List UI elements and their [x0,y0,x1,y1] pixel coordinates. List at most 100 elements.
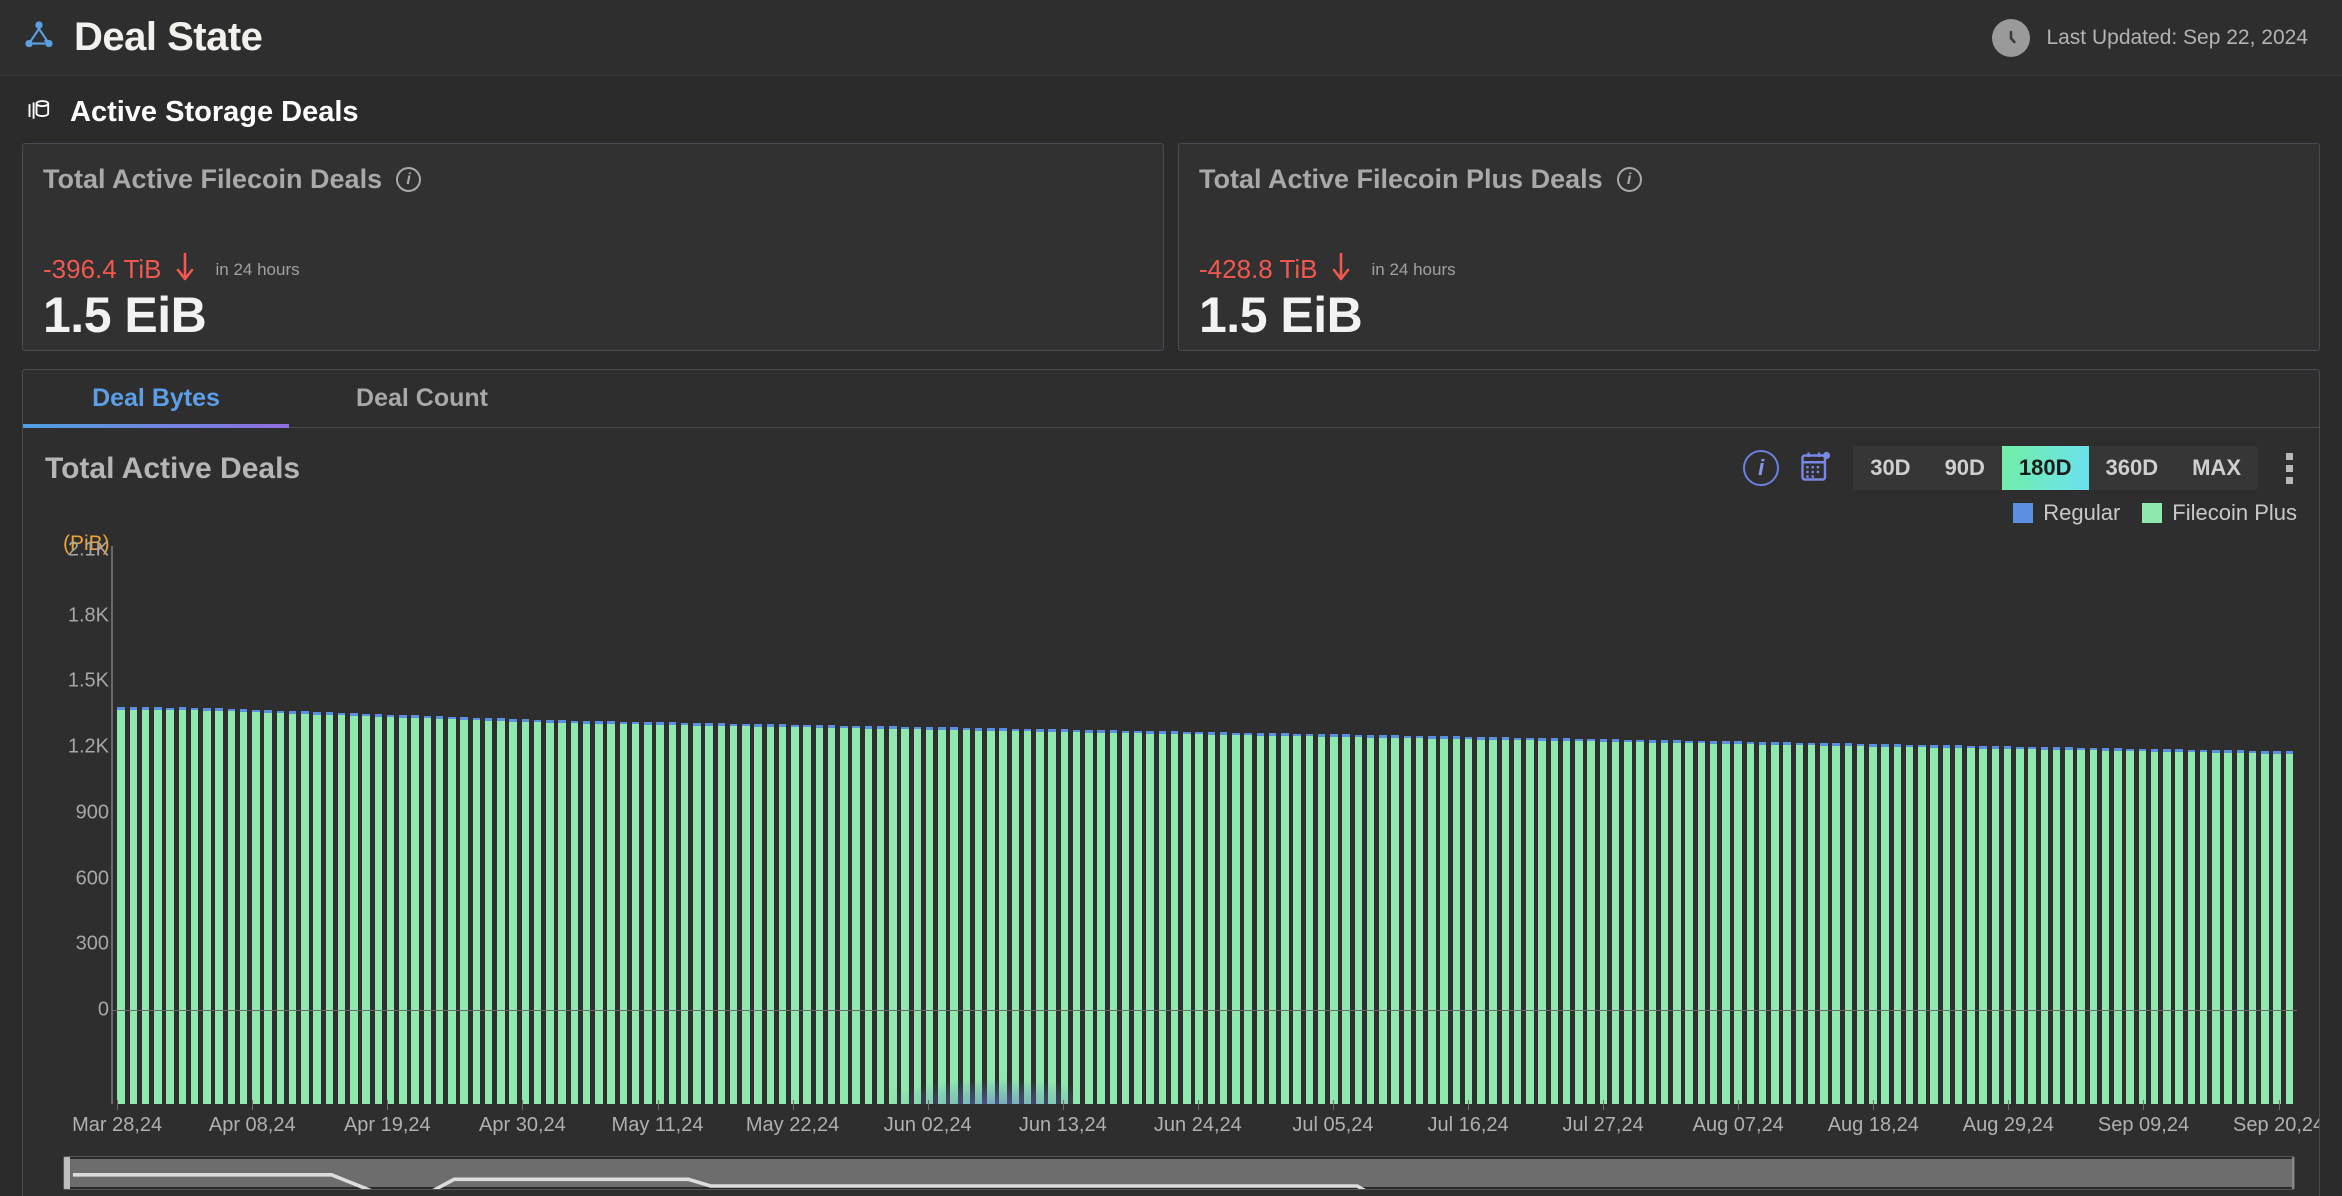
bar-slot[interactable] [2271,550,2283,1104]
bar-slot[interactable] [1132,550,1144,1104]
bar-slot[interactable] [703,550,715,1104]
bar-slot[interactable] [1426,550,1438,1104]
bar-slot[interactable] [2222,550,2234,1104]
range-button-90d[interactable]: 90D [1928,446,2002,490]
bar-slot[interactable] [1316,550,1328,1104]
bar-slot[interactable] [1916,550,1928,1104]
bar-slot[interactable] [1205,550,1217,1104]
bar-slot[interactable] [1401,550,1413,1104]
bar-slot[interactable] [899,550,911,1104]
bar-slot[interactable] [1585,550,1597,1104]
bar-slot[interactable] [862,550,874,1104]
bar-slot[interactable] [642,550,654,1104]
bar-slot[interactable] [666,550,678,1104]
bar-slot[interactable] [2259,550,2271,1104]
bar-slot[interactable] [948,550,960,1104]
info-circle-icon[interactable]: i [1743,450,1780,486]
bar-slot[interactable] [1671,550,1683,1104]
tab-deal-bytes[interactable]: Deal Bytes [23,370,289,428]
bar-slot[interactable] [1193,550,1205,1104]
bar-slot[interactable] [911,550,923,1104]
chart-range-scrollbar[interactable] [63,1156,2295,1190]
bar-slot[interactable] [446,550,458,1104]
bar-slot[interactable] [115,550,127,1104]
bar-slot[interactable] [385,550,397,1104]
bar-slot[interactable] [1732,550,1744,1104]
bar-slot[interactable] [924,550,936,1104]
bar-slot[interactable] [1818,550,1830,1104]
bar-slot[interactable] [1352,550,1364,1104]
info-circle-icon[interactable]: i [396,167,422,192]
bar-slot[interactable] [1120,550,1132,1104]
kebab-menu-icon[interactable] [2276,449,2303,488]
bar-slot[interactable] [434,550,446,1104]
range-button-max[interactable]: MAX [2175,446,2258,490]
range-button-30d[interactable]: 30D [1853,446,1927,490]
bar-slot[interactable] [985,550,997,1104]
brush-handle-left[interactable] [64,1157,70,1189]
bar-slot[interactable] [1303,550,1315,1104]
bar-slot[interactable] [348,550,360,1104]
bar-slot[interactable] [2014,550,2026,1104]
bar-slot[interactable] [960,550,972,1104]
range-button-180d[interactable]: 180D [2001,446,2089,490]
bar-slot[interactable] [250,550,262,1104]
bar-slot[interactable] [507,550,519,1104]
bar-slot[interactable] [1512,550,1524,1104]
bar-slot[interactable] [323,550,335,1104]
bar-slot[interactable] [225,550,237,1104]
bar-slot[interactable] [372,550,384,1104]
bar-slot[interactable] [654,550,666,1104]
bar-slot[interactable] [1659,550,1671,1104]
bar-slot[interactable] [936,550,948,1104]
bar-slot[interactable] [887,550,899,1104]
bar-slot[interactable] [691,550,703,1104]
bar-slot[interactable] [2087,550,2099,1104]
bar-slot[interactable] [1867,550,1879,1104]
bar-slot[interactable] [1414,550,1426,1104]
bar-slot[interactable] [1144,550,1156,1104]
bar-slot[interactable] [1499,550,1511,1104]
bar-slot[interactable] [1781,550,1793,1104]
bar-slot[interactable] [1953,550,1965,1104]
bar-slot[interactable] [605,550,617,1104]
bar-slot[interactable] [458,550,470,1104]
bar-slot[interactable] [1977,550,1989,1104]
bar-slot[interactable] [973,550,985,1104]
bar-slot[interactable] [1610,550,1622,1104]
bar-slot[interactable] [1365,550,1377,1104]
bar-slot[interactable] [2002,550,2014,1104]
bar-slot[interactable] [1095,550,1107,1104]
bar-slot[interactable] [2124,550,2136,1104]
bar-slot[interactable] [2026,550,2038,1104]
bar-slot[interactable] [1058,550,1070,1104]
bar-slot[interactable] [2283,550,2295,1104]
bar-slot[interactable] [1769,550,1781,1104]
bar-slot[interactable] [1855,550,1867,1104]
bar-slot[interactable] [532,550,544,1104]
bar-slot[interactable] [1879,550,1891,1104]
bar-slot[interactable] [1806,550,1818,1104]
bar-slot[interactable] [1463,550,1475,1104]
bar-slot[interactable] [826,550,838,1104]
bar-slot[interactable] [238,550,250,1104]
bar-slot[interactable] [1169,550,1181,1104]
bar-slot[interactable] [1646,550,1658,1104]
bar-slot[interactable] [336,550,348,1104]
bar-slot[interactable] [1279,550,1291,1104]
bar-slot[interactable] [2112,550,2124,1104]
bar-slot[interactable] [1218,550,1230,1104]
bar-slot[interactable] [2038,550,2050,1104]
bar-slot[interactable] [740,550,752,1104]
bar-slot[interactable] [875,550,887,1104]
bar-slot[interactable] [2063,550,2075,1104]
bar-slot[interactable] [2247,550,2259,1104]
bar-slot[interactable] [1548,550,1560,1104]
bar-slot[interactable] [1377,550,1389,1104]
tab-deal-count[interactable]: Deal Count [289,370,555,427]
bar-slot[interactable] [728,550,740,1104]
bar-slot[interactable] [1328,550,1340,1104]
legend-item-regular[interactable]: Regular [2013,500,2120,526]
bar-slot[interactable] [1181,550,1193,1104]
bar-slot[interactable] [2234,550,2246,1104]
